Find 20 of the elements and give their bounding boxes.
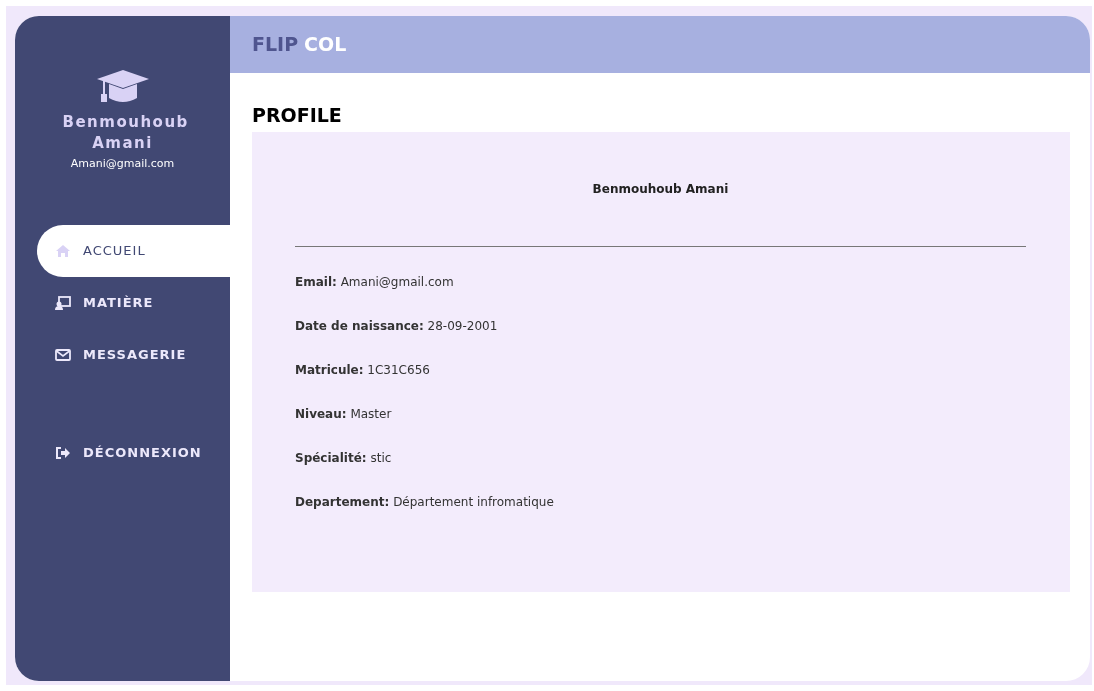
board-icon xyxy=(55,294,71,311)
logout-icon xyxy=(55,444,71,461)
envelope-icon xyxy=(55,346,71,363)
nav-item[interactable]: MESSAGERIE xyxy=(37,328,230,381)
profile-name: Benmouhoub Amani xyxy=(591,180,730,198)
profile-field: Spécialité: stic xyxy=(295,448,1026,467)
user-email: Amani@gmail.com xyxy=(69,156,176,172)
nav-item[interactable]: DÉCONNEXION xyxy=(37,426,230,479)
graduation-cap-icon xyxy=(96,68,149,104)
brand-text: FLIP xyxy=(252,32,299,58)
profile-field: Email: Amani@gmail.com xyxy=(295,272,1026,291)
page-title: PROFILE xyxy=(252,103,343,128)
profile-field: Matricule: 1C31C656 xyxy=(295,360,1026,379)
nav-item[interactable]: ACCUEIL xyxy=(37,224,230,277)
home-icon xyxy=(55,242,71,259)
profile-field: Departement: Département infromatique xyxy=(295,492,1026,511)
profile-field: Date de naissance: 28-09-2001 xyxy=(295,316,1026,335)
nav-item[interactable]: MATIÈRE xyxy=(37,276,230,329)
brand-text: COL xyxy=(304,32,347,58)
profile-field: Niveau: Master xyxy=(295,404,1026,423)
